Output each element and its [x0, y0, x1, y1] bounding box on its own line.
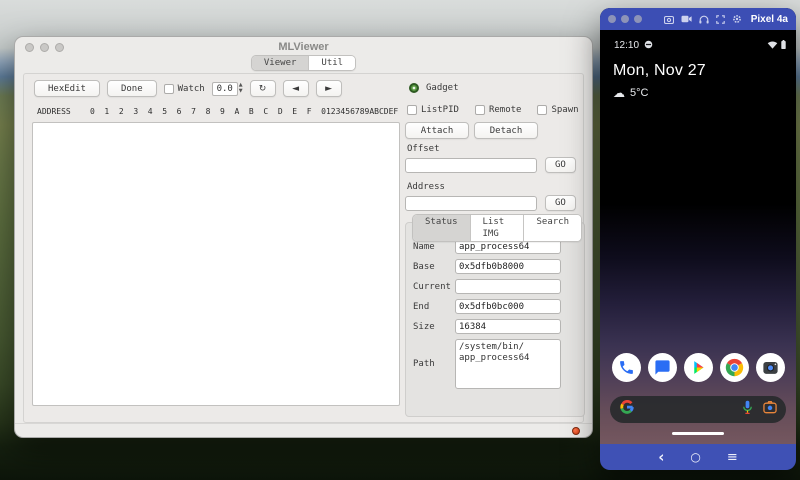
next-page-button[interactable]: ►	[315, 80, 342, 97]
android-nav-bar: ‹ ○ ≡	[600, 444, 796, 470]
camera-app-icon[interactable]	[755, 353, 785, 382]
gadget-status-icon	[409, 83, 419, 93]
watch-checkbox[interactable]	[163, 83, 174, 94]
current-input[interactable]	[455, 279, 561, 294]
spinner-down-icon[interactable]: ▼	[239, 89, 243, 94]
window-title: MLViewer	[278, 41, 329, 53]
refresh-icon: ↻	[258, 83, 267, 94]
main-panel: HexEdit Done Watch 0.0 ▲ ▼ ↻ ◄ ► ADDRESS…	[23, 73, 587, 423]
end-input[interactable]	[455, 299, 561, 314]
offset-input[interactable]	[405, 157, 537, 173]
size-label: Size	[413, 321, 435, 332]
tab-status[interactable]: Status	[413, 215, 470, 241]
listpid-label: ListPID	[421, 105, 459, 115]
mlviewer-window: MLViewer Viewer Util HexEdit Done Watch …	[14, 36, 593, 438]
weather-widget[interactable]: ☁ 5°C	[613, 86, 648, 100]
info-tab-bar: Status List IMG Search	[412, 214, 582, 242]
path-textarea[interactable]: /system/bin/ app_process64	[455, 339, 561, 389]
hex-dump-area[interactable]	[32, 122, 400, 406]
address-go-button[interactable]: GO	[545, 195, 576, 211]
lockscreen-date: Mon, Nov 27	[613, 62, 706, 79]
remote-checkbox[interactable]	[474, 105, 485, 115]
base-input[interactable]	[455, 259, 561, 274]
audio-icon[interactable]	[699, 15, 709, 24]
hex-column-header: ADDRESS 0 1 2 3 4 5 6 7 8 9 A B C D E F …	[37, 107, 399, 116]
recents-menu-button[interactable]: ≡	[727, 451, 738, 464]
cloud-icon: ☁	[613, 86, 625, 100]
statusbar	[15, 423, 592, 437]
phone-window-controls	[608, 15, 642, 23]
hexedit-button[interactable]: HexEdit	[34, 80, 100, 97]
device-name: Pixel 4a	[750, 13, 788, 25]
wifi-icon	[767, 36, 778, 54]
tab-viewer[interactable]: Viewer	[251, 56, 309, 70]
remote-label: Remote	[488, 105, 522, 115]
connection-status-dot	[572, 427, 580, 435]
tab-search[interactable]: Search	[523, 215, 581, 241]
home-indicator[interactable]	[672, 432, 724, 435]
temperature: 5°C	[630, 87, 649, 99]
prev-page-button[interactable]: ◄	[282, 80, 309, 97]
voice-search-mic-icon[interactable]	[742, 400, 753, 420]
offset-go-button[interactable]: GO	[545, 157, 576, 173]
screenshot-icon[interactable]	[663, 15, 674, 24]
fullscreen-icon[interactable]	[715, 14, 725, 24]
clock: 12:10	[614, 39, 640, 51]
chrome-app-icon[interactable]	[719, 353, 749, 382]
desktop-wallpaper: MLViewer Viewer Util HexEdit Done Watch …	[0, 0, 800, 480]
spawn-label: Spawn	[551, 105, 579, 115]
mode-checkboxes: ListPID Remote Spawn	[407, 105, 579, 115]
phone-screen[interactable]: 12:10 Mon, Nov 27 ☁ 5°C	[600, 30, 796, 444]
phone-app-icon[interactable]	[611, 353, 641, 382]
watch-interval-value[interactable]: 0.0	[211, 81, 238, 96]
size-input[interactable]	[455, 319, 561, 334]
right-arrow-icon: ►	[325, 83, 333, 94]
address-input[interactable]	[405, 195, 537, 211]
base-label: Base	[413, 261, 435, 272]
offset-label: Offset	[407, 144, 440, 154]
toolbar: HexEdit Done Watch 0.0 ▲ ▼ ↻ ◄ ►	[34, 80, 342, 97]
tab-list-img[interactable]: List IMG	[469, 215, 524, 241]
phone-mirror-window: Pixel 4a 12:10 Mon, Nov 27 ☁ 5°C ‹ ○ ≡	[600, 8, 796, 470]
attach-button[interactable]: Attach	[405, 122, 469, 139]
close-window-button[interactable]	[608, 15, 616, 23]
path-label: Path	[413, 359, 435, 369]
address-label: Address	[407, 182, 445, 192]
android-status-bar: 12:10	[614, 36, 786, 54]
phone-titlebar[interactable]: Pixel 4a	[600, 8, 796, 30]
google-search-bar[interactable]	[610, 396, 786, 423]
google-lens-icon[interactable]	[763, 400, 777, 419]
home-button[interactable]: ○	[690, 451, 700, 463]
tab-util[interactable]: Util	[308, 56, 356, 70]
play-store-app-icon[interactable]	[683, 353, 713, 382]
refresh-button[interactable]: ↻	[249, 80, 276, 97]
detach-button[interactable]: Detach	[474, 122, 538, 139]
left-arrow-icon: ◄	[292, 83, 300, 94]
spawn-checkbox[interactable]	[537, 105, 548, 115]
screen-record-icon[interactable]	[681, 15, 692, 23]
end-label: End	[413, 301, 430, 312]
gadget-label: Gadget	[426, 83, 459, 93]
mlviewer-titlebar[interactable]: MLViewer	[15, 37, 592, 57]
current-label: Current	[413, 281, 451, 292]
util-panel: Gadget ListPID Remote Spawn Attach Detac…	[405, 74, 587, 422]
watch-interval-spinner: 0.0 ▲ ▼	[211, 81, 243, 96]
watch-label: Watch	[177, 83, 205, 94]
listpid-checkbox[interactable]	[407, 105, 417, 115]
name-label: Name	[413, 241, 435, 252]
google-g-icon[interactable]	[619, 399, 635, 420]
done-button[interactable]: Done	[106, 80, 157, 97]
back-button[interactable]: ‹	[658, 449, 664, 465]
main-tab-bar: Viewer Util	[250, 55, 357, 71]
zoom-window-button[interactable]	[634, 15, 642, 23]
messages-app-icon[interactable]	[647, 353, 677, 382]
minimize-window-button[interactable]	[621, 15, 629, 23]
app-dock	[600, 353, 796, 382]
battery-icon	[781, 36, 786, 54]
settings-gear-icon[interactable]	[732, 14, 742, 24]
do-not-disturb-icon	[644, 36, 653, 54]
